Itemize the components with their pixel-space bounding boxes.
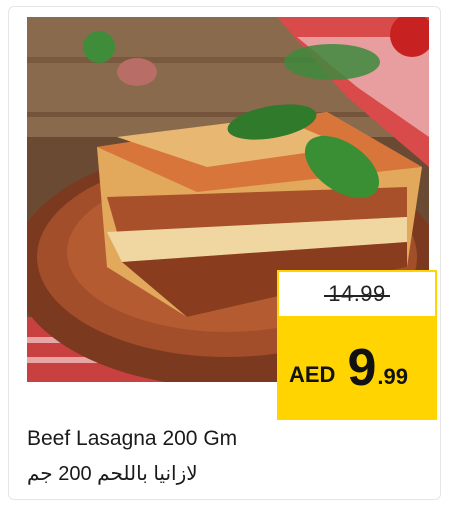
product-card[interactable]: 14.99 AED 9 .99 Beef Lasagna 200 Gm لازا… [8, 6, 441, 500]
old-price-value: 14.99 [324, 281, 390, 306]
new-price: AED 9 .99 [277, 316, 437, 420]
old-price: 14.99 [277, 270, 437, 318]
price-tag: 14.99 AED 9 .99 [277, 270, 437, 422]
price-integer: 9 [347, 339, 377, 397]
product-title-en[interactable]: Beef Lasagna 200 Gm [27, 427, 237, 451]
product-title-ar[interactable]: لازانيا باللحم 200 جم [27, 461, 198, 486]
currency-label: AED [289, 362, 336, 387]
price-decimal: .99 [377, 364, 408, 389]
